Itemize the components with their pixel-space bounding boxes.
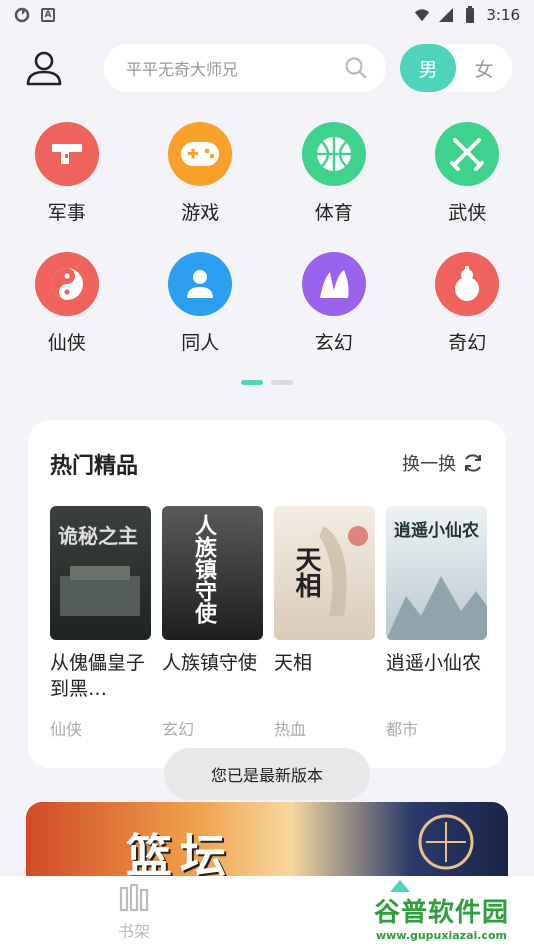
toast-message: 您已是最新版本 [164, 748, 370, 800]
book-cover[interactable]: 人族镇守使 [162, 506, 263, 640]
watermark-main: 谷普软件园 [374, 898, 510, 928]
search-icon[interactable] [344, 56, 368, 80]
category-label: 同人 [181, 332, 220, 354]
status-time: 3:16 [486, 6, 520, 24]
book-title[interactable]: 从傀儡皇子到黑… [50, 650, 151, 702]
category-label: 军事 [47, 202, 86, 224]
refresh-icon [465, 454, 481, 472]
mountain-icon [301, 252, 366, 316]
book-title[interactable]: 逍遥小仙农 [386, 650, 487, 702]
category-xianxia[interactable]: 仙侠 [0, 252, 134, 382]
promo-banner[interactable]: 篮坛 [26, 802, 508, 882]
person-icon [168, 252, 233, 316]
book-item[interactable]: 诡秘之主 从傀儡皇子到黑… 仙侠 [50, 506, 151, 740]
battery-icon [462, 6, 478, 23]
wifi-icon [414, 7, 430, 23]
book-cover[interactable]: 逍遥小仙农 [386, 506, 487, 640]
search-placeholder: 平平无奇大师兄 [126, 60, 239, 79]
basketball-icon [301, 122, 366, 186]
page-dot [271, 380, 293, 385]
book-list: 诡秘之主 从傀儡皇子到黑… 仙侠 人族镇守使 人族镇守使 玄幻 天相 天相 热血… [50, 506, 487, 740]
category-martial[interactable]: 武侠 [401, 122, 534, 252]
gender-toggle: 男 女 [400, 44, 512, 92]
cover-title: 人族镇守使 [191, 514, 217, 624]
bookshelf-icon [119, 884, 149, 912]
book-title[interactable]: 天相 [274, 650, 375, 702]
book-genre: 热血 [274, 720, 307, 739]
book-genre: 仙侠 [50, 720, 83, 739]
category-label: 玄幻 [314, 332, 353, 354]
book-item[interactable]: 逍遥小仙农 逍遥小仙农 都市 [386, 506, 487, 740]
category-label: 体育 [314, 202, 353, 224]
watermark-sub: www.gupuxiazai.com [376, 929, 507, 942]
category-military[interactable]: 军事 [0, 122, 134, 252]
yin-yang-icon [34, 252, 99, 316]
book-cover[interactable]: 天相 [274, 506, 375, 640]
category-game[interactable]: 游戏 [134, 122, 268, 252]
header: 平平无奇大师兄 男 女 [0, 42, 534, 94]
user-icon [26, 51, 62, 86]
sync-icon [14, 7, 30, 23]
gender-female-tab[interactable]: 女 [456, 44, 512, 92]
section-title: 热门精品 [50, 454, 139, 479]
book-title[interactable]: 人族镇守使 [162, 650, 263, 702]
status-bar: A 3:16 [0, 0, 534, 30]
book-genre: 都市 [386, 720, 419, 739]
pistol-icon [34, 122, 99, 186]
watermark-logo: 谷普软件园 www.gupuxiazai.com [370, 880, 532, 948]
book-genre: 玄幻 [162, 720, 195, 739]
a-box-icon: A [40, 7, 56, 23]
signal-icon [438, 7, 454, 23]
gamepad-icon [168, 122, 233, 186]
hot-picks-card: 热门精品 换一换 诡秘之主 从傀儡皇子到黑… 仙侠 人族镇守使 人族镇守使 玄幻 [28, 420, 506, 768]
refresh-button[interactable]: 换一换 [402, 450, 484, 476]
category-sports[interactable]: 体育 [267, 122, 401, 252]
gourd-icon [435, 252, 500, 316]
gender-male-tab[interactable]: 男 [400, 44, 456, 92]
refresh-label: 换一换 [402, 454, 456, 475]
book-item[interactable]: 天相 天相 热血 [274, 506, 375, 740]
category-label: 仙侠 [47, 332, 86, 354]
basketball-hoop-icon [418, 814, 474, 870]
category-xuanhuan[interactable]: 玄幻 [267, 252, 401, 382]
category-label: 奇幻 [448, 332, 487, 354]
search-bar[interactable]: 平平无奇大师兄 [104, 44, 386, 92]
crossed-swords-icon [435, 122, 500, 186]
nav-bookshelf[interactable]: 书架 [96, 884, 172, 942]
page-dot-active [241, 380, 263, 385]
category-fanfic[interactable]: 同人 [134, 252, 268, 382]
category-grid: 军事 游戏 体育 武侠 仙侠 同人 玄幻 奇幻 [0, 122, 534, 382]
book-item[interactable]: 人族镇守使 人族镇守使 玄幻 [162, 506, 263, 740]
book-cover[interactable]: 诡秘之主 [50, 506, 151, 640]
category-label: 武侠 [448, 202, 487, 224]
nav-bookshelf-label: 书架 [117, 922, 150, 941]
user-profile-button[interactable] [24, 48, 64, 88]
category-label: 游戏 [181, 202, 220, 224]
up-arrow-icon [390, 880, 410, 892]
page-indicator [0, 380, 534, 385]
category-fantasy[interactable]: 奇幻 [401, 252, 534, 382]
bottom-nav: 书架 谷普软件园 www.gupuxiazai.com [0, 876, 534, 950]
